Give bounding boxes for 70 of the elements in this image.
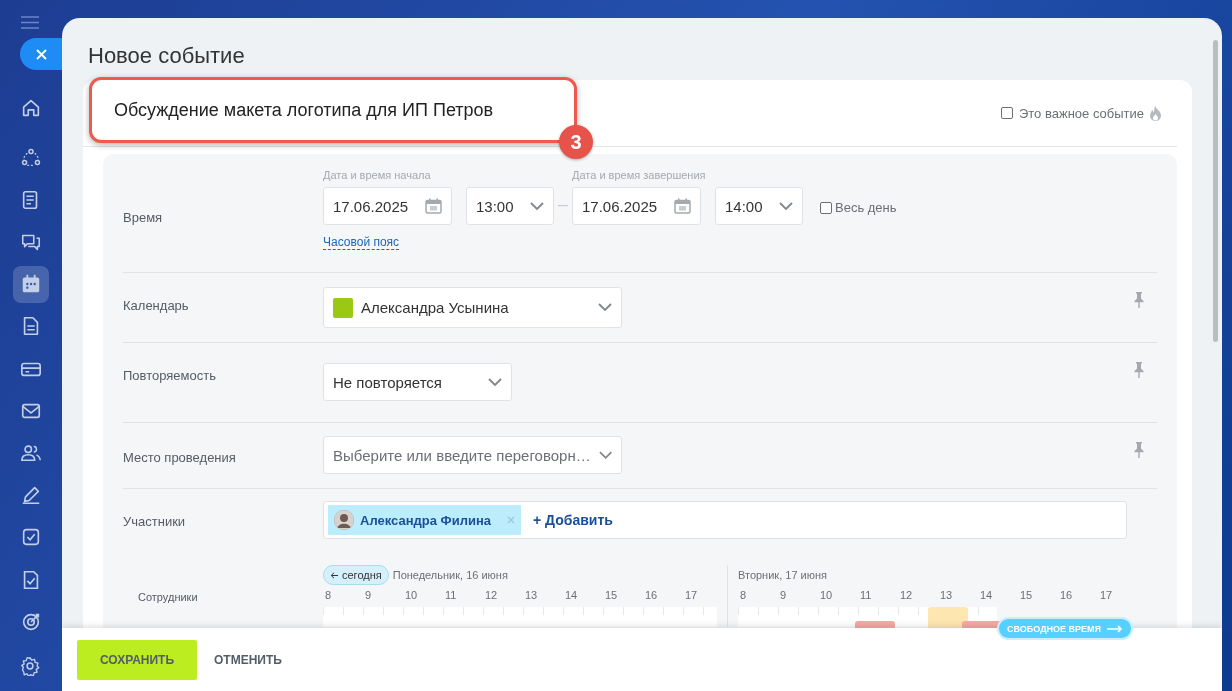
flame-icon: [1150, 105, 1161, 121]
hour-label: 15: [604, 589, 619, 603]
hour-label: 8: [324, 589, 333, 603]
checkbox[interactable]: [820, 201, 832, 214]
checkbox[interactable]: [1000, 107, 1013, 119]
participants-field[interactable]: Александра Филина + Добавить: [323, 501, 1127, 539]
hour-label: 12: [899, 589, 914, 603]
hour-label: 10: [404, 589, 419, 603]
arrow-right-icon: [1107, 624, 1123, 633]
field-label: Повторяемость: [123, 367, 217, 385]
column-label: Сотрудники: [138, 591, 198, 603]
calendar-icon: [674, 198, 691, 214]
hour-label: 9: [779, 589, 788, 603]
arrow-left-icon: [330, 571, 339, 579]
hour-label: 11: [859, 589, 873, 603]
hour-label: 16: [1059, 589, 1074, 603]
chevron-down-icon: [779, 201, 793, 211]
add-link[interactable]: + Добавить: [532, 512, 613, 528]
hour-label: 9: [364, 589, 373, 603]
hour-label: 17: [1099, 589, 1114, 603]
chevron-down-icon: [598, 450, 612, 460]
menu-icon[interactable]: [21, 16, 39, 29]
hour-label: 15: [1019, 589, 1034, 603]
save-button[interactable]: СОХРАНИТЬ: [77, 639, 197, 680]
chevron-down-icon: [530, 201, 544, 211]
window-title: Новое событие: [88, 42, 246, 70]
hour-label: 8: [739, 589, 748, 603]
people-icon: [20, 442, 42, 464]
field-label: Участники: [123, 513, 187, 531]
repeat-select[interactable]: Не повторяется: [323, 363, 512, 401]
field-label: Время: [123, 209, 164, 227]
time-select[interactable]: 13:00: [466, 187, 554, 225]
calendar-icon: [425, 198, 442, 214]
participant-chip[interactable]: Александра Филина: [328, 505, 521, 535]
avatar: [334, 510, 354, 530]
date-field[interactable]: 17.06.2025: [572, 187, 701, 225]
field-caption: Дата и время завершения: [572, 169, 707, 183]
date-field[interactable]: 17.06.2025: [323, 187, 452, 225]
hour-label: 14: [979, 589, 994, 603]
hour-label: 16: [644, 589, 659, 603]
hour-label: 10: [819, 589, 834, 603]
today-button[interactable]: сегодня: [323, 565, 389, 585]
chevron-down-icon: [598, 303, 612, 312]
timezone-link[interactable]: Часовой пояс: [323, 235, 400, 250]
day-label: Понедельник, 16 июня: [392, 569, 508, 581]
checkbox-label: Весь день: [835, 200, 897, 215]
scrollbar[interactable]: [1213, 40, 1218, 342]
calendar-select[interactable]: Александра Усынина: [323, 287, 622, 328]
hour-label: 14: [564, 589, 579, 603]
field-caption: Дата и время начала: [323, 169, 432, 183]
sidebar-item[interactable]: [13, 265, 49, 303]
hour-label: 13: [524, 589, 539, 603]
settings-icon[interactable]: [20, 656, 40, 676]
time-select[interactable]: 14:00: [715, 187, 803, 225]
hour-label: 17: [684, 589, 699, 603]
day-label: Вторник, 17 июня: [738, 569, 827, 581]
range-dash: [558, 205, 568, 207]
pen-icon: [20, 484, 42, 507]
network-icon: [20, 146, 42, 169]
hour-label: 11: [444, 589, 458, 603]
location-select[interactable]: Выберите или введите переговорн…: [323, 436, 622, 474]
checkbox-label: Это важное событие: [1018, 105, 1144, 121]
hour-label: 13: [939, 589, 954, 603]
chevron-down-icon: [488, 377, 502, 387]
cancel-button[interactable]: ОТМЕНИТЬ: [214, 652, 282, 667]
field-label: Место проведения: [123, 449, 237, 467]
close-icon: [35, 48, 47, 60]
field-label: Календарь: [123, 297, 190, 315]
hour-label: 12: [484, 589, 499, 603]
close-button[interactable]: [20, 38, 62, 70]
